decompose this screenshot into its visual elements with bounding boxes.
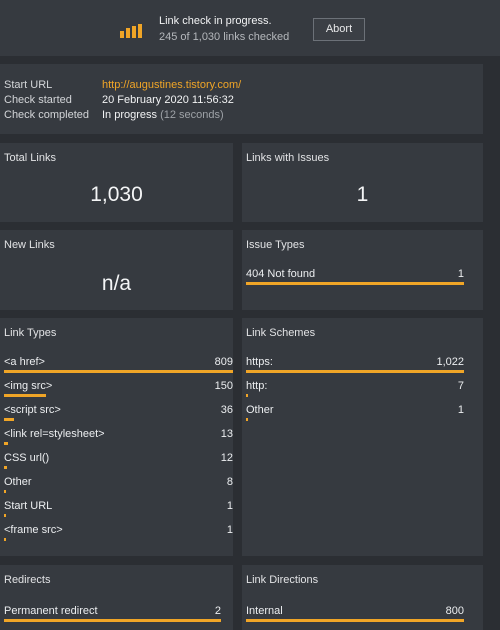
new-links-value: n/a — [101, 272, 132, 295]
list-item-name: <img src> — [4, 380, 53, 392]
list-item-count: 2 — [214, 605, 221, 617]
card-title: Link Types — [4, 327, 57, 339]
list-item-bar — [4, 619, 221, 622]
list-item-bar — [246, 282, 464, 285]
list-item-name: http: — [246, 380, 268, 392]
list-item-name: <a href> — [4, 356, 45, 368]
list-item[interactable]: Permanent redirect 2 — [4, 605, 221, 625]
list-item[interactable]: 404 Not found 1 — [246, 268, 464, 288]
list-item-count: 36 — [220, 404, 233, 416]
links-with-issues-card[interactable]: Links with Issues 1 — [242, 143, 483, 222]
list-item-name: <link rel=stylesheet> — [4, 428, 105, 440]
list-item-name: https: — [246, 356, 273, 368]
redirects-card: Redirects Permanent redirect 2 — [0, 565, 233, 630]
total-links-card: Total Links 1,030 — [0, 143, 233, 222]
list-item-name: Other — [4, 476, 32, 488]
new-links-card: New Links n/a — [0, 230, 233, 310]
card-title: Redirects — [4, 574, 51, 586]
check-completed-status: In progress — [102, 109, 158, 121]
list-item[interactable]: CSS url() 12 — [4, 452, 233, 472]
list-item-count: 12 — [220, 452, 233, 464]
list-item-bar — [4, 370, 233, 373]
list-item[interactable]: Other 1 — [246, 404, 464, 424]
list-item-name: Permanent redirect — [4, 605, 98, 617]
check-info-panel: Start URL http://augustines.tistory.com/… — [0, 64, 483, 134]
check-started-label: Check started — [4, 94, 72, 106]
list-item-count: 1 — [226, 524, 233, 536]
list-item-count: 800 — [445, 605, 464, 617]
list-item[interactable]: Internal 800 — [246, 605, 464, 625]
link-directions-card: Link Directions Internal 800 — [242, 565, 483, 630]
issue-types-card: Issue Types 404 Not found 1 — [242, 230, 483, 310]
list-item-name: <frame src> — [4, 524, 63, 536]
list-item-count: 8 — [226, 476, 233, 488]
list-item-name: <script src> — [4, 404, 61, 416]
list-item[interactable]: <frame src> 1 — [4, 524, 233, 544]
check-completed-value: In progress (12 seconds) — [102, 109, 224, 121]
start-url-link[interactable]: http://augustines.tistory.com/ — [102, 79, 241, 91]
link-types-card: Link Types <a href> 809 <img src> 150 <scrip… — [0, 318, 233, 556]
list-item-bar — [246, 418, 248, 421]
list-item-count: 1,022 — [436, 356, 464, 368]
card-title: Links with Issues — [246, 152, 330, 164]
start-url-label: Start URL — [4, 79, 53, 91]
list-item[interactable]: <script src> 36 — [4, 404, 233, 424]
card-title: Link Schemes — [246, 327, 316, 339]
progress-banner: Link check in progress. 245 of 1,030 lin… — [0, 0, 500, 56]
card-title: Total Links — [4, 152, 56, 164]
list-item-count: 7 — [457, 380, 464, 392]
list-item[interactable]: <a href> 809 — [4, 356, 233, 376]
list-item-name: CSS url() — [4, 452, 50, 464]
links-with-issues-value: 1 — [356, 183, 369, 206]
card-title: New Links — [4, 239, 55, 251]
list-item-bar — [4, 466, 7, 469]
link-schemes-card: Link Schemes https: 1,022 http: 7 Other 1 — [242, 318, 483, 556]
list-item-name: Internal — [246, 605, 283, 617]
list-item-bar — [4, 418, 14, 421]
list-item-count: 809 — [214, 356, 233, 368]
list-item-count: 13 — [220, 428, 233, 440]
check-completed-duration: (12 seconds) — [160, 109, 224, 121]
list-item[interactable]: Other 8 — [4, 476, 233, 496]
list-item-bar — [4, 394, 46, 397]
list-item-count: 1 — [457, 404, 464, 416]
check-started-value: 20 February 2020 11:56:32 — [102, 94, 234, 106]
progress-bars-icon — [120, 24, 146, 38]
list-item-name: Start URL — [4, 500, 53, 512]
list-item-bar — [246, 370, 464, 373]
list-item-count: 1 — [226, 500, 233, 512]
abort-button[interactable]: Abort — [313, 18, 365, 41]
list-item[interactable]: Start URL 1 — [4, 500, 233, 520]
card-title: Link Directions — [246, 574, 319, 586]
list-item-bar — [246, 619, 464, 622]
card-title: Issue Types — [246, 239, 305, 251]
list-item-bar — [4, 514, 6, 517]
list-item[interactable]: http: 7 — [246, 380, 464, 400]
list-item-count: 1 — [457, 268, 464, 280]
progress-title: Link check in progress. — [159, 15, 272, 27]
list-item-name: 404 Not found — [246, 268, 316, 280]
progress-subtitle: 245 of 1,030 links checked — [159, 31, 290, 43]
list-item-bar — [4, 538, 6, 541]
list-item-count: 150 — [214, 380, 233, 392]
list-item[interactable]: <img src> 150 — [4, 380, 233, 400]
list-item[interactable]: https: 1,022 — [246, 356, 464, 376]
list-item[interactable]: <link rel=stylesheet> 13 — [4, 428, 233, 448]
list-item-bar — [246, 394, 248, 397]
list-item-bar — [4, 442, 8, 445]
list-item-bar — [4, 490, 6, 493]
total-links-value: 1,030 — [90, 183, 143, 206]
list-item-name: Other — [246, 404, 274, 416]
check-completed-label: Check completed — [4, 109, 89, 121]
